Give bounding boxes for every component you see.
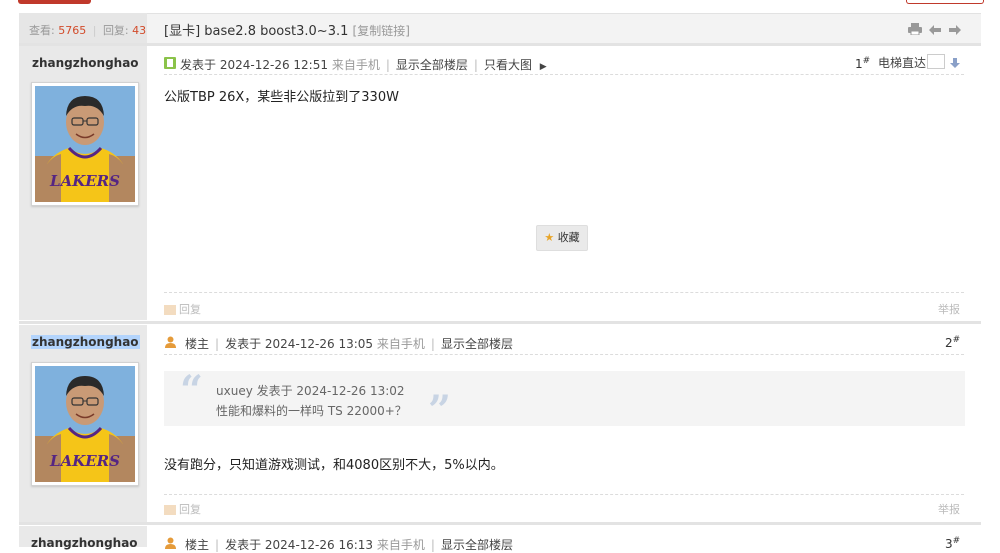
post3-floor-number: 3# (945, 536, 961, 551)
op-user-icon (165, 537, 176, 552)
post1-report-link[interactable]: 举报 (938, 301, 960, 317)
post1-avatar[interactable]: LAKERS (31, 82, 139, 206)
post3-username[interactable]: zhangzhonghao (31, 536, 138, 550)
post1-view-images[interactable]: 只看大图 (484, 58, 532, 72)
svg-text:LAKERS: LAKERS (49, 172, 120, 190)
favorite-button[interactable]: ★ 收藏 (536, 225, 588, 251)
post3-source: 来自手机 (376, 538, 425, 552)
quote-author: uxuey 发表于 2024-12-26 13:02 (216, 384, 405, 398)
post-separator-1 (19, 321, 981, 324)
post1-reply-link[interactable]: 回复 (164, 301, 201, 317)
print-icon[interactable] (908, 23, 922, 38)
post1-show-all[interactable]: 显示全部楼层 (396, 58, 468, 72)
post3-show-all[interactable]: 显示全部楼层 (441, 538, 513, 552)
post1-elevator-label: 电梯直达 (878, 56, 927, 70)
top-right-tab-stub (906, 0, 984, 4)
post3-op-label: 楼主 (185, 538, 210, 552)
post2-body: 没有跑分，只知道游戏测试，和4080区别不大，5%以内。 (164, 458, 504, 473)
elevator-go-icon[interactable] (950, 57, 960, 71)
star-icon: ★ (544, 231, 555, 244)
post2-show-all[interactable]: 显示全部楼层 (441, 337, 513, 351)
views-stat: 查看: 5765 | 回复: 43 (29, 24, 147, 37)
svg-text:LAKERS: LAKERS (49, 452, 120, 470)
post-separator-2 (19, 522, 981, 525)
reply-icon (164, 505, 176, 515)
view-images-arrow-icon: ▶ (539, 62, 547, 72)
post1-meta-divider (164, 74, 964, 75)
post2-source: 来自手机 (376, 337, 425, 351)
post1-floor-number: 1# (855, 56, 871, 71)
replies-count: 43 (132, 24, 147, 37)
post2-op-label: 楼主 (185, 337, 210, 351)
post3-datetime: 2024-12-26 16:13 (264, 538, 374, 552)
prev-thread-icon[interactable] (929, 24, 941, 38)
post2-footer-divider (164, 494, 964, 495)
post1-meta: 发表于 2024-12-26 12:51 来自手机 | 显示全部楼层 | 只看大图 ▶ (180, 58, 547, 72)
open-quote-icon: “ (180, 367, 204, 414)
op-user-icon (165, 336, 176, 351)
post2-datetime: 2024-12-26 13:05 (264, 337, 374, 351)
quote-text: 性能和爆料的一样吗 TS 22000+？ (216, 404, 407, 418)
views-count: 5765 (58, 24, 87, 37)
thread-title: [显卡] base2.8 boost3.0~3.1 [复制链接] (164, 20, 410, 39)
next-thread-icon[interactable] (949, 24, 961, 38)
post2-meta: 楼主 | 发表于 2024-12-26 13:05 来自手机 | 显示全部楼层 (185, 337, 513, 351)
post1-footer-divider (164, 292, 964, 293)
post2-reply-link[interactable]: 回复 (164, 501, 201, 517)
post2-floor-number: 2# (945, 335, 961, 350)
post2-avatar[interactable]: LAKERS (31, 362, 139, 486)
post1-body: 公版TBP 26X，某些非公版拉到了330W (164, 90, 399, 105)
top-left-tab-stub (18, 0, 91, 4)
post3-meta: 楼主 | 发表于 2024-12-26 16:13 来自手机 | 显示全部楼层 (185, 538, 513, 552)
reply-icon (164, 305, 176, 315)
thread-tag[interactable]: [显卡] (164, 24, 200, 39)
post2-meta-divider (164, 354, 964, 355)
post2-quote-block: “ uxuey 发表于 2024-12-26 13:02 性能和爆料的一样吗 T… (164, 367, 965, 431)
post1-username[interactable]: zhangzhonghao (32, 56, 139, 70)
copy-link[interactable]: [复制链接] (353, 24, 410, 38)
thread-title-text: base2.8 boost3.0~3.1 (204, 24, 349, 39)
mobile-post-icon (164, 57, 176, 72)
post2-report-link[interactable]: 举报 (938, 501, 960, 517)
post1-datetime: 2024-12-26 12:51 (219, 58, 328, 72)
post1-source: 来自手机 (331, 58, 380, 72)
elevator-input[interactable] (927, 54, 945, 69)
post2-username[interactable]: zhangzhonghao (31, 335, 140, 349)
close-quote-icon: ” (428, 387, 452, 434)
